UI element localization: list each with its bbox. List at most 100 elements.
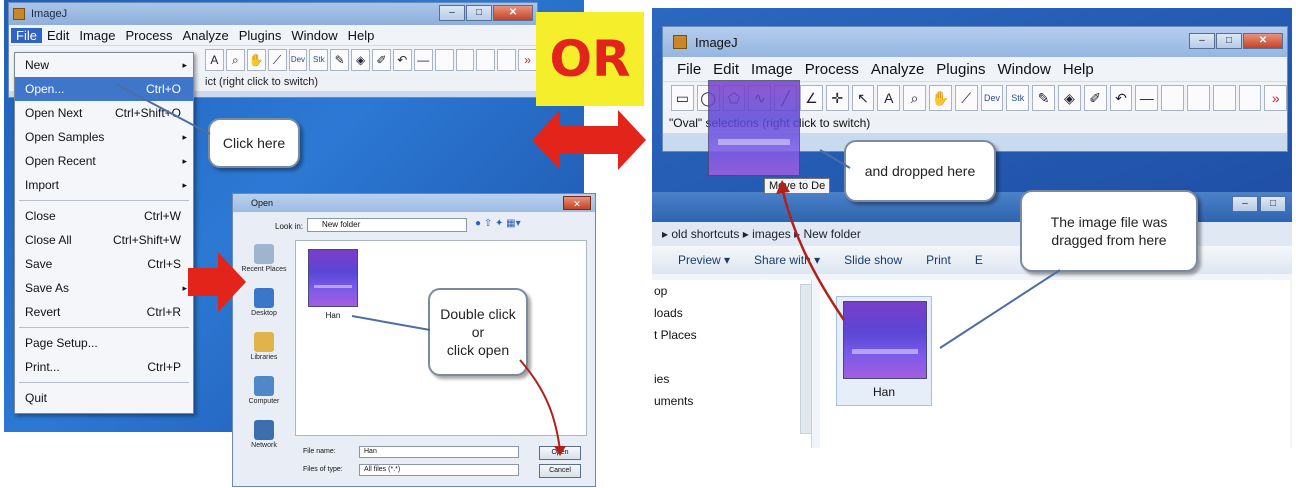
- file-menu-item[interactable]: Page Setup...: [15, 331, 193, 355]
- explorer-minimize-button[interactable]: –: [1232, 196, 1258, 212]
- menu-window[interactable]: Window: [992, 61, 1057, 78]
- color-picker-icon[interactable]: ⟋: [954, 84, 978, 111]
- hand-tool-icon[interactable]: ✋: [246, 48, 266, 71]
- brush-tool-icon[interactable]: ✎: [330, 48, 350, 71]
- close-button[interactable]: ✕: [1243, 33, 1283, 49]
- minimize-button[interactable]: –: [439, 5, 465, 21]
- maximize-button[interactable]: □: [466, 5, 492, 21]
- files-of-type-select[interactable]: All files (*.*): [359, 464, 519, 476]
- flood-fill-icon[interactable]: ◈: [351, 48, 370, 71]
- menu-help[interactable]: Help: [1057, 61, 1100, 78]
- line-tool-icon[interactable]: —: [1135, 84, 1159, 111]
- flood-fill-icon[interactable]: ◈: [1057, 84, 1081, 111]
- menu-edit[interactable]: Edit: [707, 61, 745, 78]
- file-menu-item[interactable]: Open... Ctrl+O: [15, 77, 193, 101]
- menu-analyze[interactable]: Analyze: [177, 28, 233, 43]
- imagej-app-icon: [13, 8, 25, 20]
- nav-item[interactable]: uments: [652, 390, 811, 412]
- look-in-select[interactable]: New folder: [307, 218, 467, 232]
- rectangle-tool-icon[interactable]: ▭: [671, 84, 694, 111]
- nav-item[interactable]: t Places: [652, 324, 811, 346]
- file-menu-item[interactable]: Save As ▸: [15, 276, 193, 300]
- nav-item[interactable]: [652, 346, 811, 368]
- nav-item[interactable]: ies: [652, 368, 811, 390]
- line-tool-icon[interactable]: —: [413, 48, 433, 71]
- menu-image[interactable]: Image: [74, 28, 120, 43]
- file-menu-item[interactable]: Print... Ctrl+P: [15, 355, 193, 379]
- hand-tool-icon[interactable]: ✋: [928, 84, 952, 111]
- menu-window[interactable]: Window: [286, 28, 342, 43]
- arrow-tool-icon[interactable]: ↶: [392, 48, 412, 71]
- share-with-button[interactable]: Share with ▾: [754, 246, 820, 274]
- han-file-item[interactable]: Han: [836, 296, 932, 406]
- pencil-tool-icon[interactable]: ✐: [1083, 84, 1107, 111]
- place-network[interactable]: Network: [239, 416, 289, 460]
- close-button[interactable]: ✕: [493, 5, 533, 21]
- menu-analyze[interactable]: Analyze: [865, 61, 930, 78]
- arrow-tool-icon[interactable]: ↶: [1109, 84, 1133, 111]
- minimize-button[interactable]: –: [1189, 33, 1215, 49]
- magnify-tool-icon[interactable]: ⌕: [903, 84, 926, 111]
- pencil-tool-icon[interactable]: ✐: [372, 48, 391, 71]
- color-picker-icon[interactable]: ⟋: [267, 48, 287, 71]
- nav-item[interactable]: loads: [652, 302, 811, 324]
- menu-item-shortcut: Ctrl+P: [147, 360, 181, 374]
- file-menu-item[interactable]: Revert Ctrl+R: [15, 300, 193, 324]
- more-tools-icon[interactable]: »: [518, 48, 537, 71]
- more-tools-icon[interactable]: »: [1264, 84, 1288, 111]
- magnify-tool-icon[interactable]: ⌕: [225, 48, 245, 71]
- place-computer[interactable]: Computer: [239, 372, 289, 416]
- text-tool-icon[interactable]: A: [205, 48, 224, 71]
- file-name-input[interactable]: Han: [359, 446, 519, 458]
- file-menu-item[interactable]: New ▸: [15, 53, 193, 77]
- file-menu-item[interactable]: Open Samples ▸: [15, 125, 193, 149]
- place-libraries[interactable]: Libraries: [239, 328, 289, 372]
- file-menu-item[interactable]: Close All Ctrl+Shift+W: [15, 228, 193, 252]
- file-menu-item[interactable]: Quit: [15, 386, 193, 410]
- file-menu-item[interactable]: Close Ctrl+W: [15, 204, 193, 228]
- place-label: Computer: [248, 398, 280, 405]
- menu-file[interactable]: File: [671, 61, 707, 78]
- dialog-nav-icons[interactable]: ● ⇧ ✦ ▦▾: [475, 218, 521, 229]
- nav-scrollbar[interactable]: [800, 284, 812, 434]
- menu-help[interactable]: Help: [343, 28, 380, 43]
- menu-edit[interactable]: Edit: [42, 28, 74, 43]
- wand-tool-icon[interactable]: ↖: [851, 84, 875, 111]
- file-menu-item[interactable]: Import ▸: [15, 173, 193, 197]
- text-tool-icon[interactable]: A: [877, 84, 901, 111]
- nav-item[interactable]: op: [652, 280, 811, 302]
- print-button[interactable]: Print: [926, 246, 951, 274]
- maximize-button[interactable]: □: [1216, 33, 1242, 49]
- menu-file[interactable]: File: [11, 27, 42, 43]
- file-menu-item[interactable]: Open Recent ▸: [15, 149, 193, 173]
- slide-show-button[interactable]: Slide show: [844, 246, 902, 274]
- menu-plugins[interactable]: Plugins: [234, 28, 287, 43]
- look-in-value: New folder: [322, 220, 361, 229]
- window-controls: – □ ✕: [1189, 33, 1283, 49]
- place-recent[interactable]: Recent Places: [239, 240, 289, 284]
- explorer-maximize-button[interactable]: □: [1260, 196, 1286, 212]
- brush-tool-icon[interactable]: ✎: [1032, 84, 1055, 111]
- stk-tool-icon[interactable]: Stk: [1006, 84, 1030, 111]
- file-menu-item[interactable]: Open Next Ctrl+Shift+O: [15, 101, 193, 125]
- menu-process[interactable]: Process: [799, 61, 865, 78]
- stk-tool-icon[interactable]: Stk: [309, 48, 329, 71]
- dev-tool-icon[interactable]: Dev: [288, 48, 308, 71]
- menu-process[interactable]: Process: [121, 28, 178, 43]
- menu-image[interactable]: Image: [745, 61, 799, 78]
- cancel-button[interactable]: Cancel: [539, 464, 581, 478]
- menu-plugins[interactable]: Plugins: [930, 61, 991, 78]
- file-menu-item[interactable]: Save Ctrl+S: [15, 252, 193, 276]
- dev-tool-icon[interactable]: Dev: [980, 84, 1004, 111]
- menu-item-label: Open Recent: [25, 154, 96, 168]
- open-button[interactable]: Open: [539, 446, 581, 460]
- han-thumbnail[interactable]: [308, 249, 358, 307]
- point-tool-icon[interactable]: ✛: [825, 84, 849, 111]
- menu-item-label: Import: [25, 178, 60, 192]
- email-button[interactable]: E: [975, 246, 983, 274]
- place-desktop[interactable]: Desktop: [239, 284, 289, 328]
- titlebar: ImageJ – □ ✕: [9, 3, 537, 25]
- angle-tool-icon[interactable]: ∠: [799, 84, 823, 111]
- dialog-close-button[interactable]: ✕: [563, 196, 591, 210]
- preview-button[interactable]: Preview ▾: [678, 246, 730, 274]
